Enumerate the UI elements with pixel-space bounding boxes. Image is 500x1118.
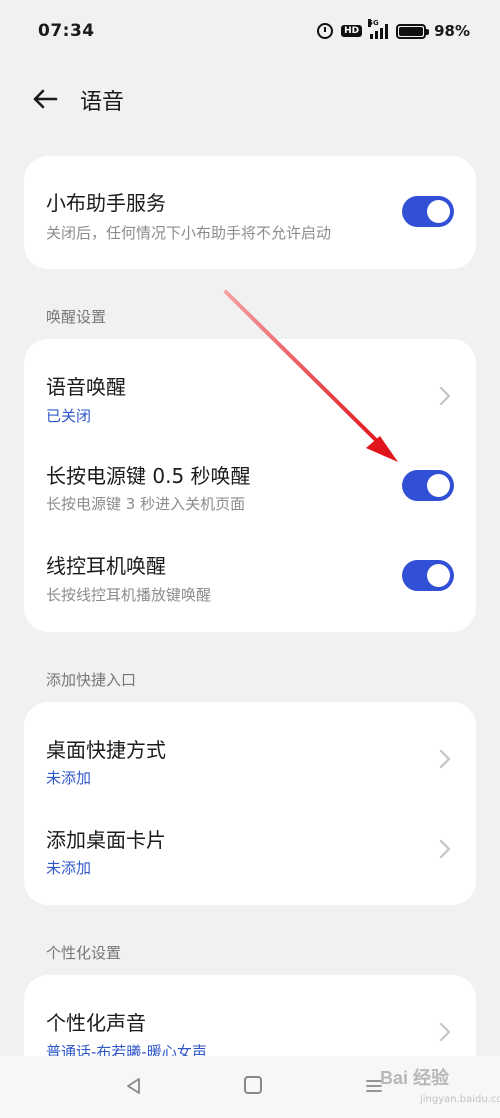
desktop-shortcut-row[interactable]: 桌面快捷方式 未添加 (24, 702, 476, 802)
watermark-url: jingyan.baidu.com (420, 1094, 500, 1105)
voice-wake-status: 已关闭 (46, 407, 92, 425)
chevron-right-icon (439, 1022, 451, 1042)
shortcut-section-title: 添加快捷入口 (46, 671, 137, 689)
wired-headset-wake-toggle[interactable] (402, 560, 454, 591)
wired-headset-wake-title: 线控耳机唤醒 (46, 554, 166, 578)
triangle-back-icon[interactable] (124, 1076, 144, 1096)
battery-icon (396, 23, 430, 39)
power-key-wake-toggle[interactable] (402, 470, 454, 501)
battery-percent: 98% (434, 22, 470, 40)
status-time: 07:34 (38, 21, 95, 41)
desktop-shortcut-status: 未添加 (46, 769, 92, 787)
arrow-left-icon[interactable] (30, 84, 60, 114)
alarm-icon (317, 23, 334, 39)
shortcut-card: 桌面快捷方式 未添加 添加桌面卡片 未添加 (24, 702, 476, 905)
wake-settings-card: 语音唤醒 已关闭 长按电源键 0.5 秒唤醒 长按电源键 3 秒进入关机页面 线… (24, 339, 476, 632)
desktop-card-title: 添加桌面卡片 (46, 828, 166, 852)
status-icons: HD 5G 98% (317, 19, 470, 40)
hd-icon: HD (341, 25, 363, 37)
assistant-service-card: 小布助手服务 关闭后，任何情况下小布助手将不允许启动 (24, 156, 476, 269)
signal-icon: 5G (368, 19, 389, 39)
chevron-right-icon (439, 839, 451, 859)
wired-headset-wake-subtitle: 长按线控耳机播放键唤醒 (46, 586, 212, 604)
watermark-logo: Bai 经验 (380, 1068, 450, 1088)
voice-wake-row[interactable]: 语音唤醒 已关闭 (24, 339, 476, 435)
assistant-service-title: 小布助手服务 (46, 191, 166, 215)
voice-wake-title: 语音唤醒 (46, 375, 126, 399)
desktop-card-row[interactable]: 添加桌面卡片 未添加 (24, 802, 476, 905)
desktop-card-status: 未添加 (46, 859, 92, 877)
power-key-wake-subtitle: 长按电源键 3 秒进入关机页面 (46, 495, 246, 513)
page-header: 语音 (0, 76, 500, 122)
assistant-service-subtitle: 关闭后，任何情况下小布助手将不允许启动 (46, 224, 332, 242)
power-key-wake-row[interactable]: 长按电源键 0.5 秒唤醒 长按电源键 3 秒进入关机页面 (24, 435, 476, 527)
personalize-section-title: 个性化设置 (46, 944, 122, 962)
toggle-knob (427, 200, 450, 223)
assistant-service-row[interactable]: 小布助手服务 关闭后，任何情况下小布助手将不允许启动 (24, 156, 476, 269)
page-title: 语音 (80, 90, 125, 115)
battery-fill (399, 26, 423, 36)
chevron-right-icon (439, 386, 451, 406)
wake-section-title: 唤醒设置 (46, 308, 107, 326)
desktop-shortcut-title: 桌面快捷方式 (46, 738, 166, 762)
power-key-wake-title: 长按电源键 0.5 秒唤醒 (46, 464, 251, 488)
network-type-label: 5G (368, 19, 379, 27)
personal-voice-title: 个性化声音 (46, 1011, 146, 1035)
wired-headset-wake-row[interactable]: 线控耳机唤醒 长按线控耳机播放键唤醒 (24, 527, 476, 632)
square-home-icon[interactable] (244, 1076, 262, 1094)
assistant-service-toggle[interactable] (402, 196, 454, 227)
status-bar: 07:34 HD 5G 98% (0, 0, 500, 62)
toggle-knob (427, 474, 450, 497)
toggle-knob (427, 564, 450, 587)
chevron-right-icon (439, 749, 451, 769)
